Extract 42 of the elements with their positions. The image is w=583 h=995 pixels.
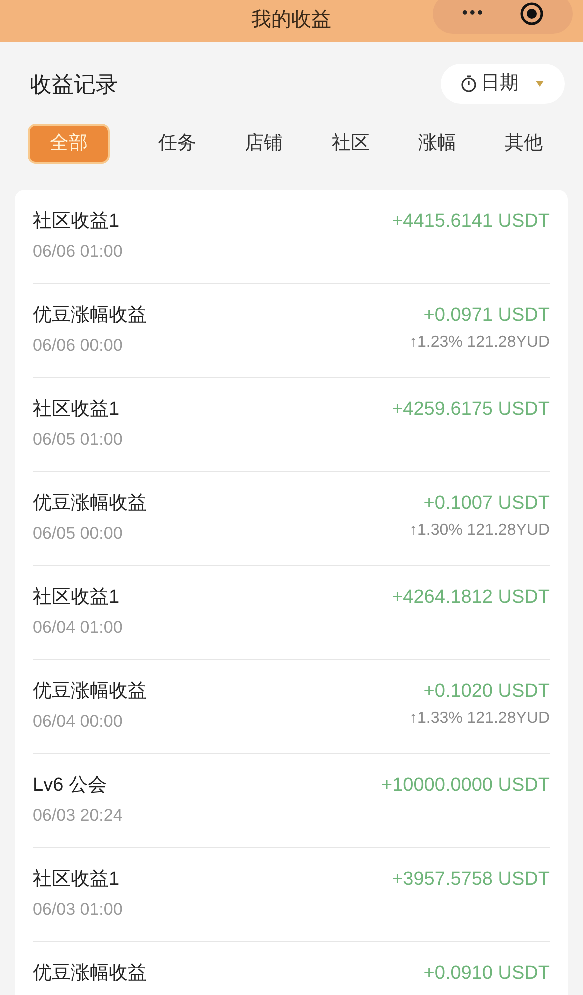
section-title: 收益记录 [30, 70, 118, 98]
category-tab[interactable]: 社区 [332, 124, 370, 164]
page-title: 我的收益 [252, 8, 332, 33]
category-tab[interactable]: 店铺 [245, 124, 284, 164]
category-tab[interactable]: 任务 [158, 124, 197, 164]
capsule-menu[interactable]: ••• [433, 0, 573, 34]
record-change: ↑1.33% 121.28YUD [409, 709, 550, 729]
record-amount: +3957.5758 USDT [392, 868, 550, 892]
record-title: Lv6 公会 [33, 774, 108, 798]
record-title: 优豆涨幅收益 [33, 962, 147, 986]
record-time: 06/05 00:00 [33, 523, 124, 545]
record-amount: +0.1020 USDT [424, 680, 550, 704]
record-amount: +10000.0000 USDT [382, 774, 550, 798]
record-title: 优豆涨幅收益 [33, 680, 147, 704]
category-tab[interactable]: 其他 [504, 124, 543, 164]
record-change: ↑1.23% 121.28YUD [409, 333, 550, 353]
caret-icon [535, 80, 545, 88]
record-time: 06/06 00:00 [33, 335, 124, 357]
stopwatch-icon [461, 75, 477, 93]
record-time: 06/03 01:00 [33, 899, 123, 921]
record-change: ↑1.30% 121.28YUD [409, 521, 550, 541]
record-title: 社区收益1 [33, 868, 121, 892]
record-amount: +0.0971 USDT [424, 304, 550, 328]
record-amount: +4264.1812 USDT [392, 586, 550, 610]
record-title: 社区收益1 [33, 210, 121, 234]
record-amount: +4415.6141 USDT [392, 210, 550, 234]
record-title: 优豆涨幅收益 [33, 304, 147, 328]
record-icon[interactable] [520, 2, 544, 26]
record-time: 06/04 01:00 [33, 617, 123, 639]
more-button[interactable]: ••• [462, 2, 486, 26]
category-tab[interactable]: 涨幅 [418, 124, 456, 164]
record-title: 社区收益1 [33, 398, 121, 422]
record-amount: +0.0910 USDT [424, 962, 550, 986]
record-amount: +0.1007 USDT [424, 492, 550, 516]
record-time: 06/06 01:00 [33, 241, 123, 263]
record-time: 06/03 20:24 [33, 805, 123, 827]
date-filter[interactable]: 日期 [441, 64, 565, 104]
record-title: 社区收益1 [33, 586, 121, 610]
record-time: 06/05 01:00 [33, 429, 123, 451]
record-amount: +4259.6175 USDT [392, 398, 550, 422]
record-title: 优豆涨幅收益 [33, 492, 147, 516]
record-time: 06/04 00:00 [33, 711, 124, 733]
